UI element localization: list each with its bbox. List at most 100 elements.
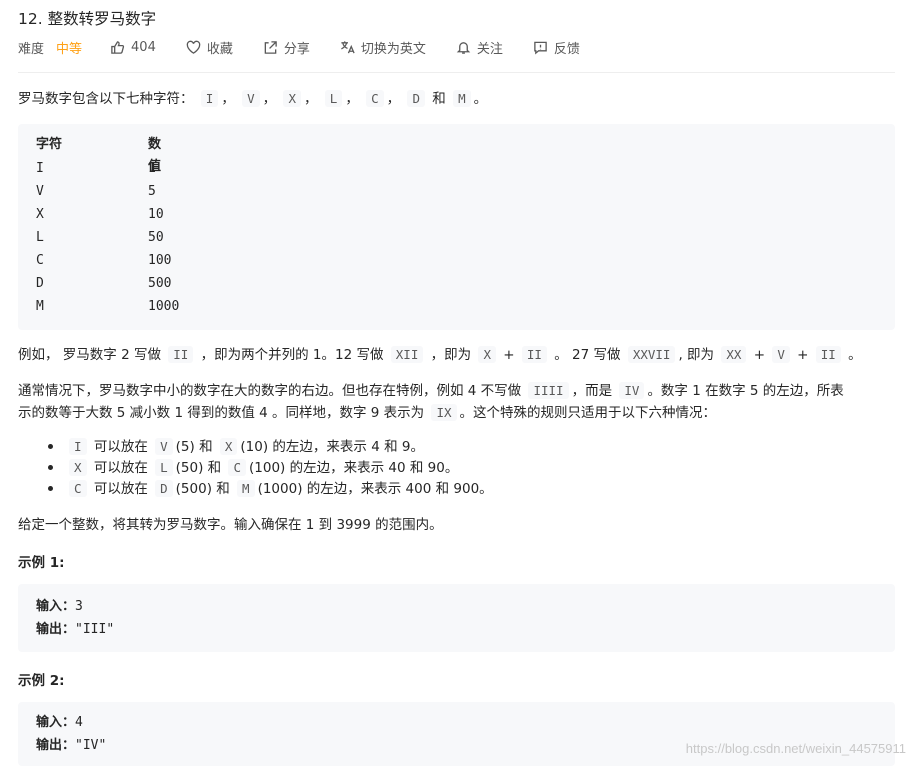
rule-paragraph-line2: 示的数等于大数 5 减小数 1 得到的数值 4 。同样地，数字 9 表示为 IX…	[18, 402, 716, 424]
example-title: 示例 1:	[18, 555, 65, 571]
share-icon	[264, 40, 277, 54]
roman-code: XII	[390, 346, 424, 363]
header-divider	[18, 72, 895, 73]
text: 可以放在	[93, 481, 148, 497]
roman-code: I	[69, 438, 87, 455]
bell-icon	[456, 41, 471, 54]
text: , 即为	[678, 347, 715, 363]
share-label: 分享	[283, 41, 310, 57]
cell-symbol: V	[36, 184, 44, 199]
sep: ，	[345, 91, 359, 107]
cell-symbol: D	[36, 276, 44, 291]
intro-text: 罗马数字包含以下七种字符：	[18, 91, 194, 107]
cell-value: 100	[148, 253, 172, 268]
roman-code: V	[772, 346, 790, 363]
watermark: https://blog.csdn.net/weixin_44575911	[685, 741, 906, 756]
roman-code: II	[168, 346, 194, 363]
example-block: 输入：4 输出："IV"	[18, 702, 895, 766]
roman-code: II	[521, 346, 547, 363]
sep: ，	[262, 91, 277, 107]
cell-value: 1	[148, 161, 156, 176]
input-value: 3	[75, 599, 83, 614]
end: 。	[473, 91, 488, 107]
feedback-button[interactable]: 反馈	[533, 38, 580, 57]
text: 例如， 罗马数字 2 写做	[18, 347, 161, 363]
roman-code: C	[69, 480, 87, 497]
translate-icon	[340, 40, 355, 53]
share-button[interactable]: 分享	[263, 38, 310, 57]
thumbs-up-icon	[111, 40, 125, 54]
cell-symbol: L	[36, 230, 44, 245]
feedback-label: 反馈	[553, 41, 580, 57]
text: 。这个特殊的规则只适用于以下六种情况：	[459, 405, 717, 421]
like-count: 404	[131, 39, 156, 55]
example-input-line: 输入：4	[36, 711, 83, 734]
text: 可以放在	[93, 439, 148, 455]
symbol-value-table: 字符 数值 I1 V5 X 10 L 50 C 100 D 500 M 1000	[18, 124, 895, 330]
task-paragraph: 给定一个整数，将其转为罗马数字。输入确保在 1 到 3999 的范围内。	[18, 517, 443, 533]
roman-code: V	[155, 438, 173, 455]
sep: ，	[303, 91, 318, 107]
text: ，即为	[430, 347, 472, 363]
text: 通常情况下，罗马数字中小的数字在大的数字的右边。但也存在特例，例如 4 不写做	[18, 383, 522, 399]
cell-symbol: X	[36, 207, 44, 222]
page-title: 12. 整数转罗马数字	[18, 10, 157, 28]
roman-code: II	[815, 346, 841, 363]
text: (100) 的左边，来表示 40 和 90。	[249, 460, 459, 476]
roman-code: IIII	[528, 382, 569, 399]
list-item: X 可以放在 L (50) 和 C (100) 的左边，来表示 40 和 90。	[18, 457, 493, 478]
translate-button[interactable]: 切换为英文	[340, 38, 426, 57]
roman-code: X	[478, 346, 496, 363]
column-header: 字符	[36, 137, 63, 152]
text: (500) 和	[175, 481, 230, 497]
follow-label: 关注	[476, 41, 503, 57]
example-paragraph: 例如， 罗马数字 2 写做 II ，即为两个并列的 1。12 写做 XII ，即…	[18, 344, 862, 366]
difficulty-label: 难度	[18, 41, 45, 57]
sep: ，	[386, 91, 401, 107]
output-label: 输出：	[36, 738, 76, 753]
example-output-line: 输出："IV"	[36, 734, 106, 757]
symbol-code: D	[407, 90, 425, 107]
cell-symbol: C	[36, 253, 44, 268]
cell-value: 1000	[148, 299, 180, 314]
cell-value: 5	[148, 184, 156, 199]
plus-sign: +	[753, 347, 766, 363]
input-label: 输入：	[36, 599, 76, 614]
roman-code: C	[228, 459, 246, 476]
roman-code: X	[219, 438, 238, 455]
favorite-button[interactable]: 收藏	[186, 38, 233, 57]
translate-label: 切换为英文	[360, 41, 426, 57]
difficulty-badge: 中等	[56, 41, 83, 57]
input-value: 4	[75, 715, 83, 730]
intro-paragraph: 罗马数字包含以下七种字符： I， V， X， L， C， D 和 M。	[18, 88, 487, 110]
text: ，而是	[571, 383, 613, 399]
like-button[interactable]: 404	[110, 40, 156, 55]
symbol-code: M	[453, 90, 471, 107]
cell-value: 500	[148, 276, 172, 291]
roman-code: D	[155, 480, 173, 497]
text: (1000) 的左边，来表示 400 和 900。	[257, 481, 493, 497]
symbol-code: C	[366, 90, 384, 107]
example-input-line: 输入：3	[36, 595, 83, 618]
text: 。	[848, 347, 862, 363]
sep: ，	[221, 91, 235, 107]
rule-paragraph-line1: 通常情况下，罗马数字中小的数字在大的数字的右边。但也存在特例，例如 4 不写做 …	[18, 380, 844, 402]
follow-button[interactable]: 关注	[456, 38, 503, 57]
heart-icon	[186, 40, 201, 54]
list-item: C 可以放在 D (500) 和 M (1000) 的左边，来表示 400 和 90…	[18, 478, 493, 499]
text: 。数字 1 在数字 5 的左边，所表	[647, 383, 844, 399]
output-value: "III"	[75, 622, 115, 637]
text: 。 27 写做	[554, 347, 621, 363]
text: 可以放在	[93, 460, 148, 476]
example-output-line: 输出："III"	[36, 618, 114, 641]
roman-code: L	[155, 459, 173, 476]
roman-code: X	[69, 459, 87, 476]
text: 示的数等于大数 5 减小数 1 得到的数值 4 。同样地，数字 9 表示为	[18, 405, 425, 421]
plus-sign: +	[797, 347, 809, 363]
cell-value: 10	[148, 207, 164, 222]
roman-code: XXVII	[627, 346, 676, 363]
output-value: "IV"	[75, 738, 107, 753]
output-label: 输出：	[36, 622, 76, 637]
input-label: 输入：	[36, 715, 76, 730]
cell-symbol: M	[36, 299, 44, 314]
